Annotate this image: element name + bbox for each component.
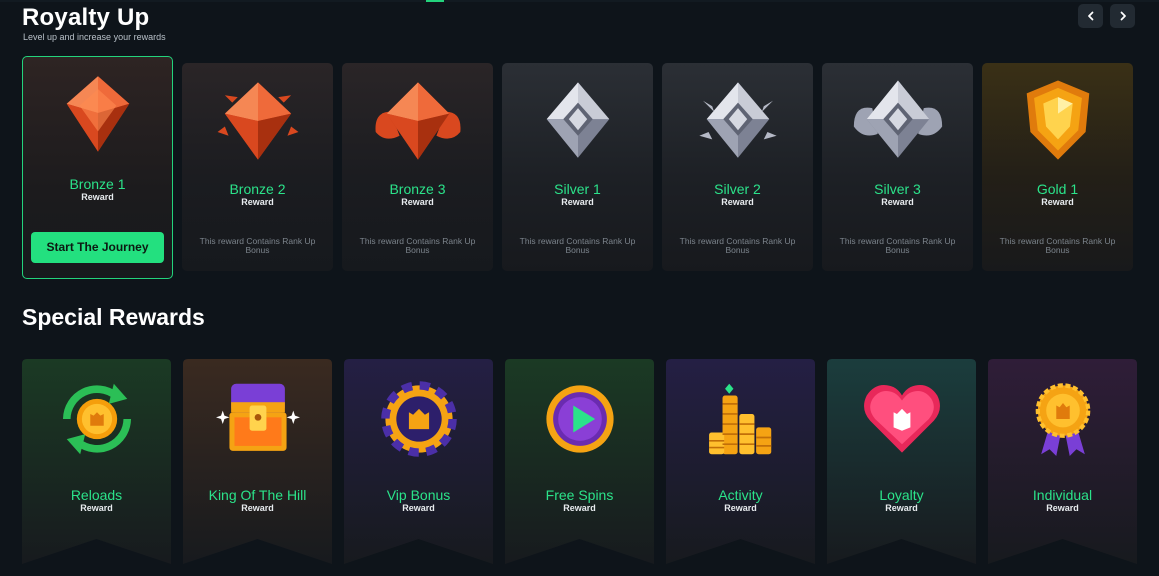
rank-name: Silver 2 xyxy=(714,181,761,197)
rank-name: Bronze 1 xyxy=(69,176,126,192)
treasure-chest-icon xyxy=(215,377,300,461)
rank-reward-label: Reward xyxy=(1041,197,1074,207)
section-title: Special Rewards xyxy=(22,304,205,330)
bronze-winged-badge-icon xyxy=(372,75,464,167)
rank-card-bronze-1[interactable]: Bronze 1 Reward Start The Journey xyxy=(22,56,173,279)
reload-coin-icon xyxy=(55,377,139,461)
special-name: King Of The Hill xyxy=(208,487,307,503)
special-name: Individual xyxy=(1032,487,1093,503)
play-coin-icon xyxy=(538,377,622,461)
rank-name: Gold 1 xyxy=(1036,181,1079,197)
rank-reward-label: Reward xyxy=(721,197,754,207)
special-name: Free Spins xyxy=(545,487,614,503)
rank-name: Bronze 2 xyxy=(229,181,286,197)
active-tab-indicator xyxy=(426,0,444,2)
special-card-vip-bonus[interactable]: Vip Bonus Reward xyxy=(344,359,493,564)
special-reward-label: Reward xyxy=(241,503,274,513)
heart-icon xyxy=(860,377,944,461)
special-reward-label: Reward xyxy=(563,503,596,513)
rank-card-bronze-2[interactable]: Bronze 2 Reward This reward Contains Ran… xyxy=(182,63,333,271)
chevron-right-icon xyxy=(1120,11,1126,21)
special-reward-label: Reward xyxy=(885,503,918,513)
rank-reward-label: Reward xyxy=(881,197,914,207)
special-reward-label: Reward xyxy=(1046,503,1079,513)
rank-description: This reward Contains Rank Up Bonus xyxy=(839,236,956,255)
carousel-next-button[interactable] xyxy=(1110,4,1135,28)
rank-name: Silver 3 xyxy=(874,181,921,197)
special-name: Loyalty xyxy=(879,487,924,503)
page-subtitle: Level up and increase your rewards xyxy=(23,32,166,42)
rank-reward-label: Reward xyxy=(401,197,434,207)
top-divider xyxy=(0,0,1159,2)
rank-description: This reward Contains Rank Up Bonus xyxy=(519,236,636,255)
rank-card-silver-3[interactable]: Silver 3 Reward This reward Contains Ran… xyxy=(822,63,973,271)
coin-stacks-icon xyxy=(699,377,783,461)
rank-name: Bronze 3 xyxy=(389,181,446,197)
rank-card-bronze-3[interactable]: Bronze 3 Reward This reward Contains Ran… xyxy=(342,63,493,271)
special-card-individual[interactable]: Individual Reward xyxy=(988,359,1137,564)
rank-card-gold-1[interactable]: Gold 1 Reward This reward Contains Rank … xyxy=(982,63,1133,271)
rank-reward-label: Reward xyxy=(241,197,274,207)
special-card-reloads[interactable]: Reloads Reward xyxy=(22,359,171,564)
special-card-king-of-the-hill[interactable]: King Of The Hill Reward xyxy=(183,359,332,564)
chevron-left-icon xyxy=(1087,11,1093,21)
rank-card-silver-2[interactable]: Silver 2 Reward This reward Contains Ran… xyxy=(662,63,813,271)
special-reward-label: Reward xyxy=(402,503,435,513)
bronze-badge-icon xyxy=(52,67,144,159)
special-name: Activity xyxy=(718,487,763,503)
carousel-prev-button[interactable] xyxy=(1078,4,1103,28)
bronze-badge-icon xyxy=(212,75,304,167)
start-journey-button[interactable]: Start The Journey xyxy=(31,232,164,263)
silver-badge-icon xyxy=(532,75,624,167)
silver-spiked-badge-icon xyxy=(692,75,784,167)
special-card-free-spins[interactable]: Free Spins Reward xyxy=(505,359,654,564)
page-title: Royalty Up xyxy=(22,4,150,31)
rank-card-silver-1[interactable]: Silver 1 Reward This reward Contains Ran… xyxy=(502,63,653,271)
rank-reward-label: Reward xyxy=(561,197,594,207)
rank-description: This reward Contains Rank Up Bonus xyxy=(679,236,796,255)
rank-reward-label: Reward xyxy=(81,192,114,202)
gold-shield-badge-icon xyxy=(1012,75,1104,167)
vip-chip-icon xyxy=(377,377,461,461)
rank-description: This reward Contains Rank Up Bonus xyxy=(199,236,316,255)
rank-name: Silver 1 xyxy=(554,181,601,197)
rank-description: This reward Contains Rank Up Bonus xyxy=(359,236,476,255)
special-reward-label: Reward xyxy=(80,503,113,513)
special-card-activity[interactable]: Activity Reward xyxy=(666,359,815,564)
special-card-loyalty[interactable]: Loyalty Reward xyxy=(827,359,976,564)
special-name: Reloads xyxy=(70,487,123,503)
silver-winged-badge-icon xyxy=(852,75,944,167)
special-reward-label: Reward xyxy=(724,503,757,513)
rank-description: This reward Contains Rank Up Bonus xyxy=(999,236,1116,255)
special-name: Vip Bonus xyxy=(386,487,451,503)
medal-icon xyxy=(1021,377,1105,461)
